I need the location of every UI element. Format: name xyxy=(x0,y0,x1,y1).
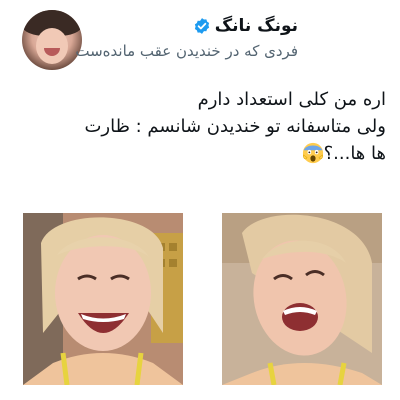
tweet-line-1: اره من کلی استعداد دارم xyxy=(197,89,386,110)
tweet-line-2: ولی متاسفانه تو خندیدن شانسم : ظارت xyxy=(84,116,386,137)
tweet-text: اره من کلی استعداد دارم ولی متاسفانه تو … xyxy=(14,86,386,167)
screaming-face-icon xyxy=(302,142,323,164)
tweet-card[interactable]: نونگ نانگ فردی که در خندیدن عقب مانده‌ست… xyxy=(0,0,400,400)
author-block: نونگ نانگ فردی که در خندیدن عقب مانده‌ست xyxy=(75,16,298,60)
display-name-row: نونگ نانگ xyxy=(75,16,298,36)
photo-right-illustration xyxy=(222,213,382,385)
author-handle[interactable]: فردی که در خندیدن عقب مانده‌ست xyxy=(75,42,298,60)
tweet-media xyxy=(0,213,400,385)
tweet-header: نونگ نانگ فردی که در خندیدن عقب مانده‌ست xyxy=(14,6,386,72)
photo-left-illustration xyxy=(23,213,183,385)
avatar-face xyxy=(36,28,68,64)
photo-left[interactable] xyxy=(23,213,183,385)
tweet-line-3: ها ها...؟ xyxy=(323,143,386,164)
tweet-line-3-row: ها ها...؟ xyxy=(14,140,386,167)
photo-right[interactable] xyxy=(222,213,382,385)
verified-badge-icon xyxy=(194,18,209,34)
display-name[interactable]: نونگ نانگ xyxy=(215,16,298,36)
avatar[interactable] xyxy=(22,10,82,70)
